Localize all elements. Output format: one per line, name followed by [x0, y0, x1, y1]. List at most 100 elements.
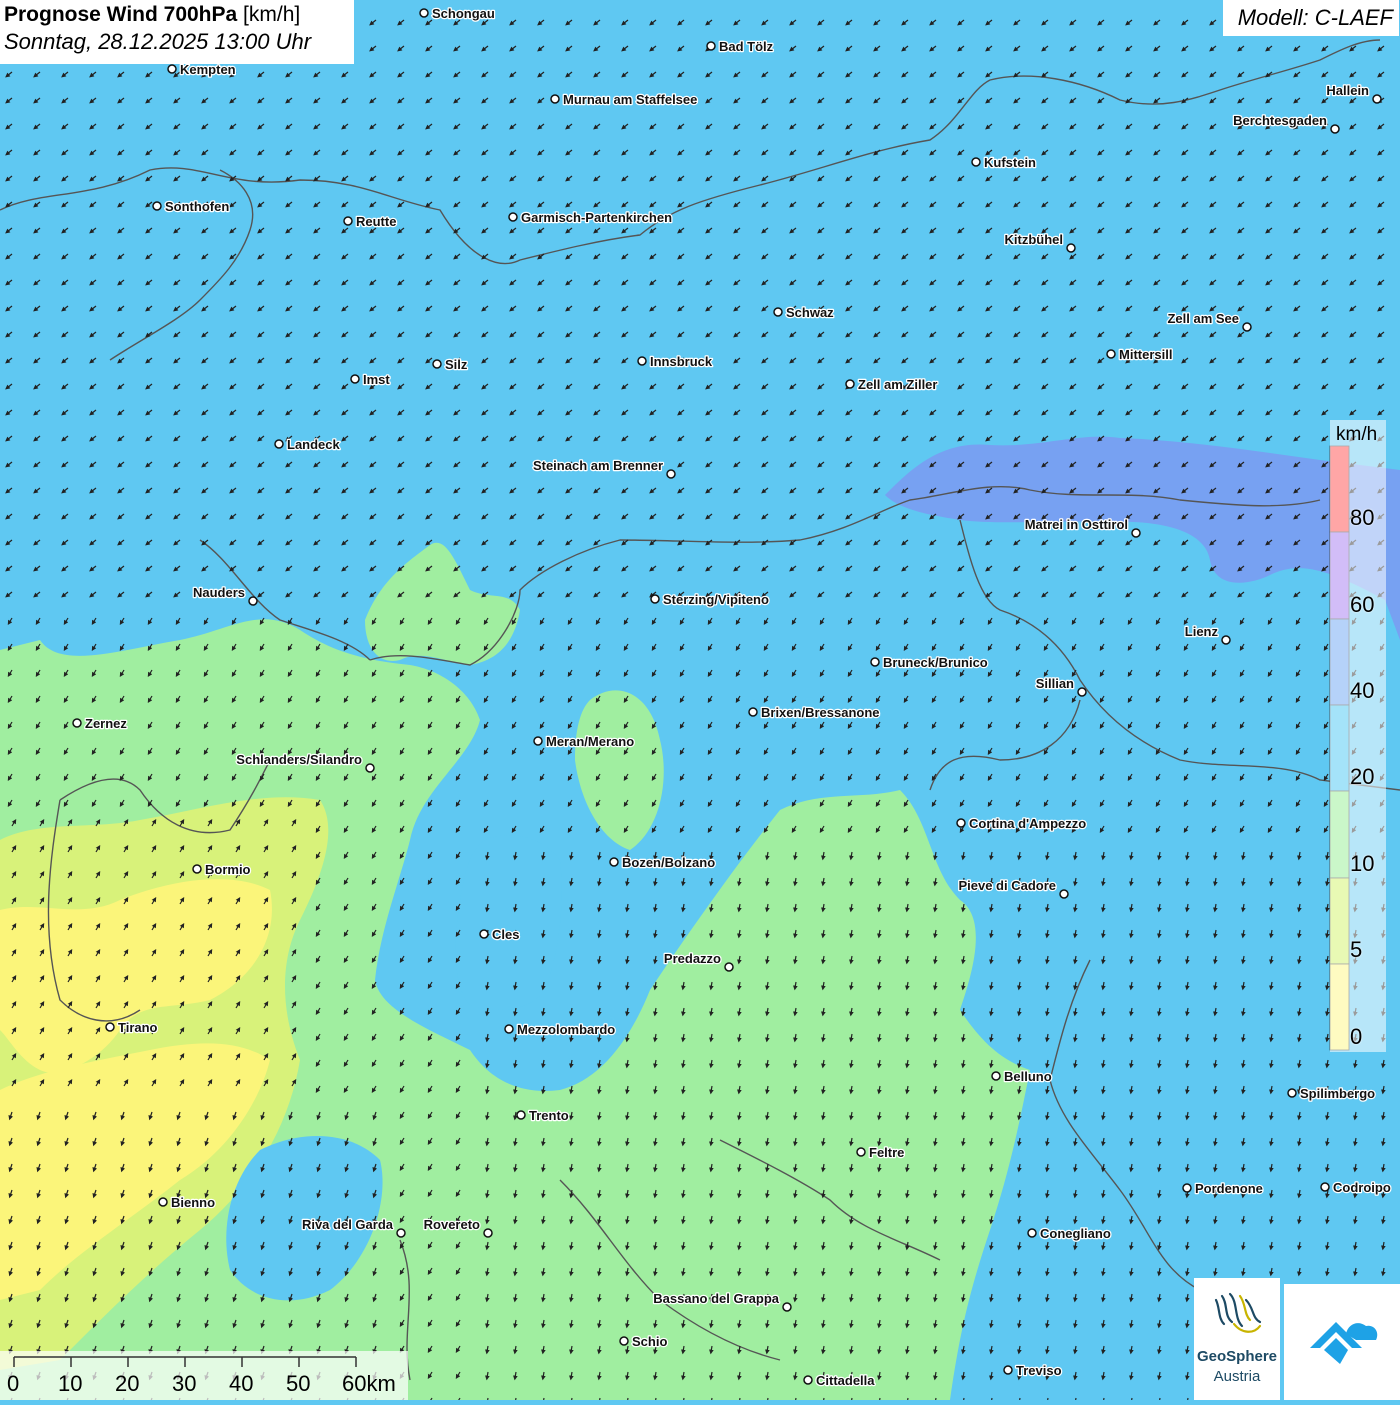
legend-tick-20: 20 [1350, 764, 1375, 789]
city-marker[interactable]: Spilimbergo [1287, 1085, 1376, 1102]
city-dot [782, 1302, 792, 1312]
wind-area-20-40-valley [455, 835, 562, 1010]
weather-app-logo-icon [1310, 1322, 1378, 1364]
city-label: Meran/Merano [546, 734, 634, 749]
geosphere-logo-name: GeoSphere [1196, 1348, 1278, 1365]
city-label: Mezzolombardo [517, 1022, 615, 1037]
geosphere-logo[interactable]: GeoSphere Austria [1194, 1278, 1280, 1400]
legend-tick-0: 0 [1350, 1024, 1363, 1049]
legend-unit: km/h [1336, 424, 1378, 445]
city-label: Cittadella [816, 1373, 875, 1388]
city-dot [192, 864, 202, 874]
city-dot [1330, 124, 1340, 134]
city-label: Steinach am Brenner [533, 458, 663, 473]
city-marker[interactable]: Brixen/Bressanone [748, 704, 881, 721]
city-label: Treviso [1016, 1363, 1062, 1378]
city-label: Sterzing/Vipiteno [663, 592, 769, 607]
city-dot [508, 212, 518, 222]
city-dot [152, 201, 162, 211]
city-dot [956, 818, 966, 828]
city-label: Bormio [205, 862, 251, 877]
model-label: Modell: C-LAEF [1223, 0, 1399, 36]
city-label: Bienno [171, 1195, 215, 1210]
city-dot [504, 1024, 514, 1034]
city-dot [432, 359, 442, 369]
city-dot [971, 157, 981, 167]
city-label: Schio [632, 1334, 667, 1349]
city-marker[interactable]: Sterzing/Vipiteno [650, 591, 770, 608]
city-dot [1003, 1365, 1013, 1375]
city-marker[interactable]: Zell am Ziller [845, 376, 939, 393]
city-label: Schwaz [786, 305, 834, 320]
city-label: Mittersill [1119, 347, 1172, 362]
city-dot [105, 1022, 115, 1032]
city-dot [1221, 635, 1231, 645]
map-title: Prognose Wind 700hPa [km/h] [4, 3, 350, 27]
city-label: Cortina d'Ampezzo [969, 816, 1086, 831]
city-marker[interactable]: Bozen/Bolzano [609, 854, 716, 871]
city-label: Garmisch-Partenkirchen [521, 210, 672, 225]
city-label: Predazzo [664, 951, 721, 966]
city-dot [991, 1071, 1001, 1081]
city-marker[interactable]: Cortina d'Ampezzo [956, 815, 1088, 832]
city-label: Sillian [1036, 676, 1074, 691]
scale-label-40: 40 [229, 1371, 254, 1396]
city-marker[interactable]: Schongau [419, 5, 496, 22]
weather-app-logo[interactable] [1284, 1284, 1400, 1400]
city-label: Murnau am Staffelsee [563, 92, 697, 107]
city-dot [773, 307, 783, 317]
city-dot [1320, 1182, 1330, 1192]
map-title-box: Prognose Wind 700hPa [km/h] Sonntag, 28.… [0, 0, 354, 64]
city-label: Pieve di Cadore [958, 878, 1056, 893]
legend-tick-10: 10 [1350, 851, 1375, 876]
city-label: Imst [363, 372, 390, 387]
city-marker[interactable]: Pordenone [1182, 1180, 1264, 1197]
city-label: Riva del Garda [302, 1217, 394, 1232]
city-dot [1182, 1183, 1192, 1193]
city-dot [274, 439, 284, 449]
city-dot [1131, 528, 1141, 538]
city-dot [803, 1375, 813, 1385]
city-dot [1287, 1088, 1297, 1098]
city-label: Bad Tölz [719, 39, 774, 54]
city-dot [1106, 349, 1116, 359]
city-dot [396, 1228, 406, 1238]
city-dot [706, 41, 716, 51]
city-dot [856, 1147, 866, 1157]
city-dot [724, 962, 734, 972]
city-label: Innsbruck [650, 354, 713, 369]
city-marker[interactable]: Mezzolombardo [504, 1021, 617, 1038]
city-marker[interactable]: Garmisch-Partenkirchen [508, 209, 673, 226]
city-marker[interactable]: Conegliano [1027, 1225, 1112, 1242]
city-dot [845, 379, 855, 389]
city-dot [248, 596, 258, 606]
city-label: Kempten [180, 62, 236, 77]
scale-label-50: 50 [286, 1371, 311, 1396]
city-dot [1077, 687, 1087, 697]
city-dot [72, 718, 82, 728]
scale-label-60: 60km [342, 1371, 396, 1396]
city-label: Kitzbühel [1005, 232, 1064, 247]
city-label: Zernez [85, 716, 127, 731]
city-label: Tirano [118, 1020, 158, 1035]
geosphere-logo-icon [1214, 1292, 1262, 1333]
city-dot [533, 736, 543, 746]
forecast-datetime: Sonntag, 28.12.2025 13:00 Uhr [4, 29, 312, 54]
legend: km/h 80 60 40 20 10 5 0 [1330, 420, 1386, 1052]
city-label: Schlanders/Silandro [236, 752, 362, 767]
map-title-main: Prognose Wind 700hPa [4, 3, 238, 26]
city-marker[interactable]: Bruneck/Brunico [870, 654, 989, 671]
scale-bar-line [13, 1356, 357, 1367]
city-label: Schongau [432, 6, 495, 21]
city-marker[interactable]: Innsbruck [637, 353, 714, 370]
city-label: Reutte [356, 214, 396, 229]
legend-tick-40: 40 [1350, 678, 1375, 703]
city-marker[interactable]: Sonthofen [152, 198, 231, 215]
city-marker[interactable]: Meran/Merano [533, 733, 635, 750]
city-label: Nauders [193, 585, 245, 600]
scale-label-10: 10 [58, 1371, 83, 1396]
city-dot [365, 763, 375, 773]
city-dot [419, 8, 429, 18]
city-marker[interactable]: Murnau am Staffelsee [550, 91, 699, 108]
city-label: Bruneck/Brunico [883, 655, 988, 670]
